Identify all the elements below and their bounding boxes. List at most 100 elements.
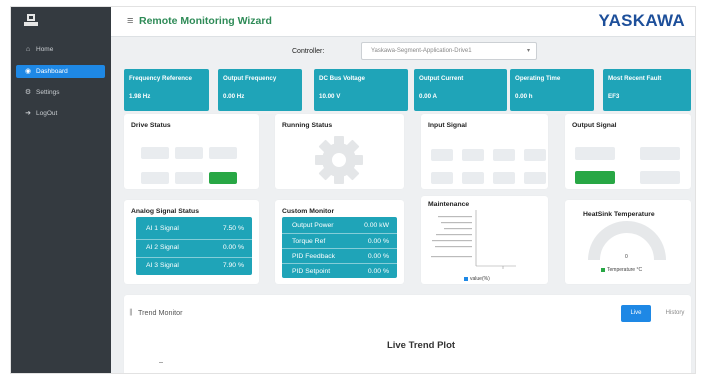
status-indicator [175, 172, 203, 184]
analog-signal-value: 7.50 % [222, 225, 244, 232]
metric-value: 1.98 Hz [129, 93, 151, 100]
input-indicator [493, 172, 515, 184]
top-header: ≡ Remote Monitoring Wizard YASKAWA [111, 7, 695, 37]
metric-value: 0.00 Hz [223, 93, 245, 100]
metric-card-output-frequency: Output Frequency 0.00 Hz [218, 69, 302, 111]
output-indicator [640, 147, 680, 160]
custom-monitor-panel: Custom Monitor Output Power 0.00 kW Torq… [275, 200, 404, 284]
metric-label: Frequency Reference [129, 75, 192, 82]
metric-card-output-current: Output Current 0.00 A [414, 69, 507, 111]
analog-signal-label: AI 2 Signal [146, 244, 179, 251]
sidebar-item-home[interactable]: ⌂ Home [16, 43, 105, 56]
metric-value: 10.00 V [319, 93, 341, 100]
output-signal-panel: Output Signal [565, 114, 691, 189]
metric-label: Operating Time [515, 75, 561, 82]
panel-title: Input Signal [428, 122, 467, 129]
sidebar-item-dashboard[interactable]: ◉ Dashboard [16, 65, 105, 78]
input-indicator [431, 172, 453, 184]
page-title: Remote Monitoring Wizard [139, 15, 272, 27]
analog-signal-list: AI 1 Signal 7.50 % AI 2 Signal 0.00 % AI… [136, 217, 252, 275]
status-indicator-active [209, 172, 237, 184]
running-status-panel: Running Status [275, 114, 404, 189]
history-button[interactable]: History [657, 305, 693, 322]
output-indicator [575, 147, 615, 160]
sidebar-item-logout[interactable]: ➜ LogOut [16, 107, 105, 120]
input-indicator [462, 149, 484, 161]
brand-logo: YASKAWA [598, 11, 685, 30]
status-indicator [141, 172, 169, 184]
analog-signal-label: AI 3 Signal [146, 262, 179, 269]
gear-icon [315, 136, 363, 184]
input-indicator [493, 149, 515, 161]
panel-title: Custom Monitor [282, 208, 335, 215]
dashboard-icon: ◉ [24, 68, 32, 75]
monitor-label: Torque Ref [292, 238, 326, 245]
input-indicator [462, 172, 484, 184]
status-indicator [141, 147, 169, 159]
live-trend-plot-title: Live Trend Plot [386, 340, 456, 351]
sidebar-item-label: Dashboard [36, 68, 68, 75]
controller-select[interactable]: Yaskawa-Segment-Application-Drive1 ▾ [361, 42, 537, 60]
analog-signal-status-panel: Analog Signal Status AI 1 Signal 7.50 % … [124, 200, 259, 284]
settings-icon: ⚙ [24, 89, 32, 96]
metric-card-frequency-reference: Frequency Reference 1.98 Hz [124, 69, 209, 111]
metric-card-dc-bus-voltage: DC Bus Voltage 10.00 V [314, 69, 408, 111]
status-indicator [209, 147, 237, 159]
plot-axis-tick [159, 362, 163, 363]
metric-label: Output Frequency [223, 75, 277, 82]
heatsink-temperature-panel: HeatSink Temperature 0 Temperature °C [565, 200, 691, 284]
input-signal-panel: Input Signal [421, 114, 548, 189]
monitor-value: 0.00 % [367, 238, 389, 245]
drive-status-panel: Drive Status [124, 114, 259, 189]
legend-label: value(%) [470, 276, 490, 282]
monitor-value: 0.00 % [367, 253, 389, 260]
chevron-down-icon: ▾ [526, 48, 530, 54]
custom-monitor-list: Output Power 0.00 kW Torque Ref 0.00 % P… [282, 217, 397, 278]
metric-value: 0.00 A [419, 93, 438, 100]
list-item: PID Feedback 0.00 % [282, 248, 397, 263]
monitor-value: 0.00 % [367, 268, 389, 275]
controller-selected-value: Yaskawa-Segment-Application-Drive1 [371, 48, 472, 54]
panel-title: Analog Signal Status [131, 208, 199, 215]
metric-card-operating-time: Operating Time 0.00 h [510, 69, 594, 111]
legend-swatch [601, 268, 605, 272]
sidebar-item-label: Settings [36, 89, 60, 96]
output-indicator [640, 171, 680, 184]
home-icon: ⌂ [25, 46, 31, 53]
trend-icon: ∥ [129, 309, 133, 316]
input-indicator [431, 149, 453, 161]
monitor-value: 0.00 kW [364, 222, 389, 229]
list-item: Output Power 0.00 kW [282, 218, 397, 233]
legend-label: Temperature °C [607, 267, 643, 273]
controller-label: Controller: [292, 48, 325, 55]
analog-signal-value: 0.00 % [222, 244, 244, 251]
list-item: AI 2 Signal 0.00 % [136, 239, 252, 254]
panel-title: Running Status [282, 122, 333, 129]
sidebar-item-settings[interactable]: ⚙ Settings [16, 86, 105, 99]
metric-label: Most Recent Fault [608, 75, 662, 82]
sidebar-item-label: LogOut [36, 110, 58, 117]
monitor-label: PID Setpoint [292, 268, 331, 275]
gauge-value: 0 [625, 254, 628, 260]
input-indicator [524, 149, 546, 161]
app-logo-icon [24, 14, 38, 26]
input-indicator [524, 172, 546, 184]
list-item: AI 3 Signal 7.90 % [136, 257, 252, 272]
monitor-label: PID Feedback [292, 253, 336, 260]
monitor-label: Output Power [292, 222, 334, 229]
trend-monitor-title: Trend Monitor [138, 308, 183, 317]
sidebar: ⌂ Home ◉ Dashboard ⚙ Settings ➜ LogOut [11, 7, 111, 373]
menu-toggle-icon[interactable]: ≡ [127, 14, 133, 28]
analog-signal-label: AI 1 Signal [146, 225, 179, 232]
metric-label: Output Current [419, 75, 464, 82]
analog-signal-value: 7.90 % [222, 262, 244, 269]
live-button[interactable]: Live [621, 305, 651, 322]
status-indicator [175, 147, 203, 159]
list-item: AI 1 Signal 7.50 % [136, 221, 252, 236]
trend-monitor-panel [124, 295, 691, 373]
metric-label: DC Bus Voltage [319, 75, 365, 82]
app-window: ⌂ Home ◉ Dashboard ⚙ Settings ➜ LogOut ≡… [10, 6, 696, 374]
maintenance-panel: Maintenance value(%) [421, 196, 548, 284]
metric-value: EF3 [608, 93, 620, 100]
panel-title: Drive Status [131, 122, 171, 129]
